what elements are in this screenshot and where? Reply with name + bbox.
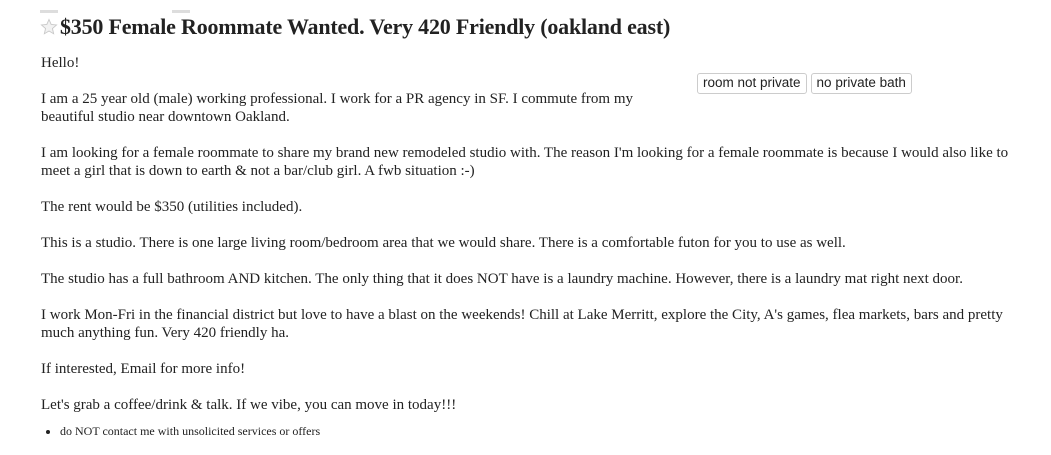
posting-body: Hello! I am a 25 year old (male) working… [41, 54, 1026, 432]
body-paragraph: I am a 25 year old (male) working profes… [41, 91, 633, 125]
body-paragraph: This is a studio. There is one large liv… [41, 235, 846, 251]
star-icon[interactable] [40, 18, 58, 36]
notice-item: do NOT contact me with unsolicited servi… [60, 423, 320, 439]
notices-list: do NOT contact me with unsolicited servi… [40, 423, 320, 439]
top-control-left [40, 10, 58, 13]
body-paragraph: I am looking for a female roommate to sh… [41, 145, 1009, 179]
posting-title-row: $350 Female Roommate Wanted. Very 420 Fr… [40, 14, 670, 40]
body-paragraph: I work Mon-Fri in the financial district… [41, 307, 1003, 341]
body-paragraph: Let's grab a coffee/drink & talk. If we … [41, 397, 457, 413]
top-edge-controls [40, 0, 230, 13]
body-paragraph: The rent would be $350 (utilities includ… [41, 199, 303, 215]
top-control-right [172, 10, 190, 13]
body-paragraph: If interested, Email for more info! [41, 361, 246, 377]
body-paragraph: The studio has a full bathroom AND kitch… [41, 271, 963, 287]
posting-title: $350 Female Roommate Wanted. Very 420 Fr… [60, 14, 671, 39]
body-paragraph: Hello! [41, 55, 80, 71]
